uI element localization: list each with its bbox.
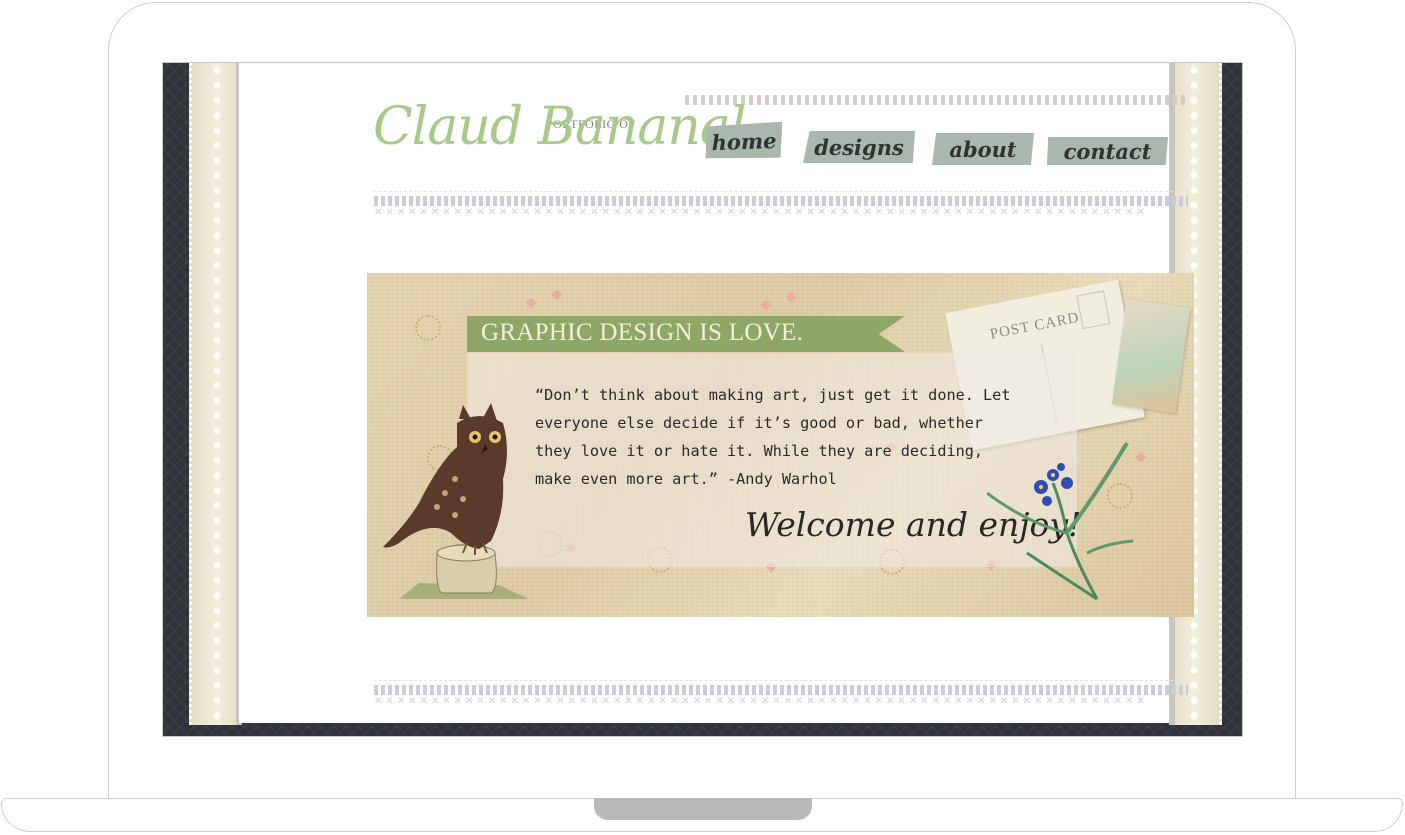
lace-border-left: [189, 63, 242, 725]
warhol-quote: “Don’t think about making art, just get …: [535, 381, 1055, 493]
flower-illustration: [987, 441, 1134, 601]
hero-banner: POST CARD GRAPHIC DESIGN IS LOVE. “Don’t…: [367, 273, 1194, 617]
laptop-screen: PORTFOLIO OF Claud Bananal home designs …: [162, 62, 1243, 737]
stitch-divider-bottom: ✕✕✕✕✕✕✕✕✕✕✕✕✕✕✕✕✕✕✕✕✕✕✕✕✕✕✕✕✕✕✕✕✕✕✕✕✕✕✕✕…: [374, 680, 1188, 707]
stitch-divider-top: ✕✕✕✕✕✕✕✕✕✕✕✕✕✕✕✕✕✕✕✕✕✕✕✕✕✕✕✕✕✕✕✕✕✕✕✕✕✕✕✕…: [374, 191, 1188, 218]
postcard-title: POST CARD: [988, 309, 1081, 343]
nav-contact[interactable]: contact: [1047, 137, 1168, 165]
header-dashed-rule: [685, 95, 1189, 105]
banner-heading: GRAPHIC DESIGN IS LOVE.: [481, 319, 804, 346]
laptop-notch: [594, 798, 812, 820]
owl-illustration: [383, 403, 529, 599]
quote-line: they love it or hate it. While they are …: [535, 442, 984, 460]
nav-home[interactable]: home: [704, 122, 783, 161]
quote-line: “Don’t think about making art, just get …: [535, 386, 1011, 404]
web-page: PORTFOLIO OF Claud Bananal home designs …: [239, 63, 1194, 723]
site-logo[interactable]: Claud Bananal: [373, 97, 747, 157]
map-card-illustration: [1111, 299, 1191, 413]
quote-line: make even more art.” -Andy Warhol: [535, 470, 837, 488]
nav-about[interactable]: about: [932, 133, 1034, 165]
quote-line: everyone else decide if it’s good or bad…: [535, 414, 984, 432]
nav-designs[interactable]: designs: [803, 131, 915, 163]
